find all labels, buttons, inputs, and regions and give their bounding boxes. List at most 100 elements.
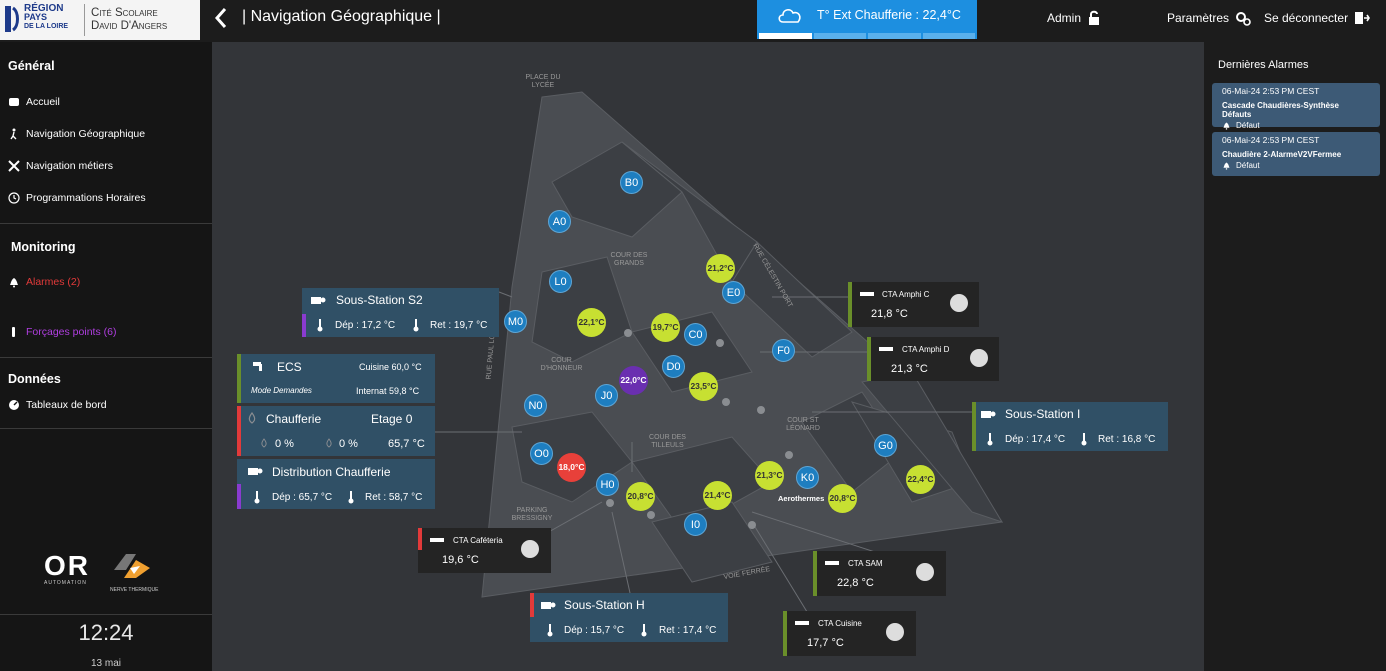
alarm-time: 06-Mai-24 2:53 PM CEST	[1222, 86, 1320, 96]
ahu-temperature: 22,8 °C	[837, 577, 874, 589]
status-bar	[237, 484, 241, 509]
fan-icon	[916, 563, 934, 581]
alarm-status-label: Défaut	[1236, 161, 1260, 170]
building-marker-l0[interactable]: L0	[549, 270, 572, 293]
date: 13 mai	[90, 658, 121, 669]
sidebar-item-label: Programmations Horaires	[26, 192, 146, 204]
building-marker-g0[interactable]: G0	[874, 434, 897, 457]
alarm-card[interactable]: 06-Mai-24 2:53 PM CEST Cascade Chaudière…	[1212, 83, 1380, 130]
ahu-sam-card[interactable]: CTA SAM 22,8 °C	[813, 551, 946, 596]
status-bar	[302, 314, 306, 337]
ecs-mode: Mode Demandes	[251, 386, 312, 395]
label-cour-tilleuls: Cour des Tilleuls	[649, 434, 686, 449]
ahu-temperature: 17,7 °C	[807, 637, 844, 649]
ecs-boarding-temperature: Internat 59,8 °C	[356, 386, 420, 396]
building-marker-c0[interactable]: C0	[684, 323, 707, 346]
boiler-distribution-card[interactable]: Distribution Chaufferie Dép : 65,7 °C Re…	[237, 459, 435, 509]
ahu-cafeteria-card[interactable]: CTA Caféteria 19,6 °C	[418, 528, 551, 573]
user-menu[interactable]: Admin	[1047, 10, 1101, 26]
building-marker-a0[interactable]: A0	[548, 210, 571, 233]
building-marker-i0[interactable]: I0	[684, 513, 707, 536]
temperature-marker[interactable]: 21,4 °C	[703, 481, 732, 510]
temperature-marker[interactable]: 20,8 °C	[828, 484, 857, 513]
ecs-card[interactable]: ECS Cuisine 60,0 °C Mode Demandes Intern…	[237, 354, 435, 403]
card-title: Distribution Chaufferie	[272, 465, 391, 479]
temperature-unit: °C	[846, 493, 856, 503]
back-arrow-icon[interactable]	[210, 5, 234, 31]
building-marker-f0[interactable]: F0	[772, 339, 795, 362]
thermometer-icon	[413, 319, 419, 332]
sidebar-item-geo-navigation[interactable]: Navigation Géographique	[8, 128, 145, 140]
sidebar-item-forcings[interactable]: Forçages points (6)	[8, 326, 116, 338]
status-bar	[783, 611, 787, 656]
thermometer-icon	[348, 491, 354, 504]
temperature-marker[interactable]: 21,2 °C	[706, 254, 735, 283]
weather-widget[interactable]: T° Ext Chaufferie : 22,4°C	[757, 0, 977, 39]
card-title: Sous-Station H	[564, 598, 645, 612]
temperature-marker[interactable]: 18,0 °C	[557, 453, 586, 482]
sidebar-item-dashboards[interactable]: Tableaux de bord	[8, 399, 107, 411]
sidebar-item-schedules[interactable]: Programmations Horaires	[8, 192, 146, 204]
temperature-marker[interactable]: 19,7 °C	[651, 313, 680, 342]
temperature-marker[interactable]: 20,8 °C	[626, 482, 655, 511]
ahu-amphi-c-card[interactable]: CTA Amphi C 21,8 °C	[848, 282, 979, 327]
temperature-marker[interactable]: 21,3 °C	[755, 461, 784, 490]
card-title: CTA Cuisine	[818, 619, 862, 628]
sidebar-item-label: Navigation métiers	[26, 160, 113, 172]
sidebar-item-alarms[interactable]: Alarmes (2)	[8, 276, 80, 288]
air-handler-icon	[825, 561, 839, 565]
substation-h-card[interactable]: Sous-Station H Dép : 15,7 °C Ret : 17,4 …	[530, 593, 728, 642]
ahu-temperature: 21,3 °C	[891, 363, 928, 375]
ahu-kitchen-card[interactable]: CTA Cuisine 17,7 °C	[783, 611, 916, 656]
temperature-value: 20,8	[829, 493, 846, 503]
alarm-name: Chaudière 2-AlarmeV2VFermee	[1222, 150, 1342, 159]
building-marker-k0[interactable]: K0	[796, 466, 819, 489]
boiler-room-floor: Etage 0	[371, 412, 413, 426]
temperature-marker[interactable]: 23,5 °C	[689, 372, 718, 401]
temperature-value: 22,1	[578, 317, 595, 327]
sidebar-divider	[0, 614, 212, 615]
temperature-value: 18,0	[558, 462, 575, 472]
substation-s2-card[interactable]: Sous-Station S2 Dép : 17,2 °C Ret : 19,7…	[302, 288, 499, 337]
status-bar	[848, 282, 852, 327]
building-marker-h0[interactable]: H0	[596, 473, 619, 496]
ahu-amphi-d-card[interactable]: CTA Amphi D 21,3 °C	[867, 337, 999, 381]
building-marker-o0[interactable]: O0	[530, 442, 553, 465]
region-logo-icon	[5, 6, 19, 32]
alarm-card[interactable]: 06-Mai-24 2:53 PM CEST Chaudière 2-Alarm…	[1212, 132, 1380, 176]
carousel-dot[interactable]	[922, 33, 975, 39]
temperature-marker[interactable]: 22,0 °C	[619, 366, 648, 395]
boiler-2-load: 0 %	[339, 438, 358, 450]
boiler-room-card[interactable]: Chaufferie Etage 0 0 % 0 % 65,7 °C	[237, 406, 435, 456]
thermometer-icon	[317, 319, 323, 332]
thermometer-icon	[254, 491, 260, 504]
temperature-marker[interactable]: 22,4 °C	[906, 465, 935, 494]
temperature-value: 22,4	[907, 474, 924, 484]
carousel-dot[interactable]	[868, 33, 921, 39]
supply-temperature: Dép : 17,4 °C	[1005, 434, 1066, 445]
building-marker-d0[interactable]: D0	[662, 355, 685, 378]
building-marker-j0[interactable]: J0	[595, 384, 618, 407]
region-logo-line2: PAYS	[24, 12, 48, 22]
sidebar-item-home[interactable]: Accueil	[8, 96, 60, 108]
building-marker-e0[interactable]: E0	[722, 281, 745, 304]
region-logo: RÉGION PAYS DE LA LOIRE	[0, 0, 80, 40]
ecs-kitchen-temperature: Cuisine 60,0 °C	[359, 362, 422, 372]
substation-i-card[interactable]: Sous-Station I Dép : 17,4 °C Ret : 16,8 …	[972, 402, 1168, 451]
building-marker-b0[interactable]: B0	[620, 171, 643, 194]
temperature-marker[interactable]: 22,1 °C	[577, 308, 606, 337]
building-marker-m0[interactable]: M0	[504, 310, 527, 333]
carousel-dot[interactable]	[813, 33, 866, 39]
settings-button[interactable]: Paramètres	[1167, 10, 1251, 26]
logout-icon	[1355, 12, 1371, 24]
page-title: | Navigation Géographique |	[242, 8, 441, 25]
tools-icon	[8, 160, 20, 172]
sidebar-divider	[0, 428, 212, 429]
building-marker-n0[interactable]: N0	[524, 394, 547, 417]
sidebar-item-trades-navigation[interactable]: Navigation métiers	[8, 160, 113, 172]
logout-button[interactable]: Se déconnecter	[1264, 10, 1371, 26]
temperature-value: 20,8	[627, 491, 644, 501]
logo-area[interactable]: RÉGION PAYS DE LA LOIRE Cité Scolaire Da…	[0, 0, 200, 40]
substation-icon	[248, 468, 263, 475]
carousel-dot[interactable]	[759, 33, 812, 39]
